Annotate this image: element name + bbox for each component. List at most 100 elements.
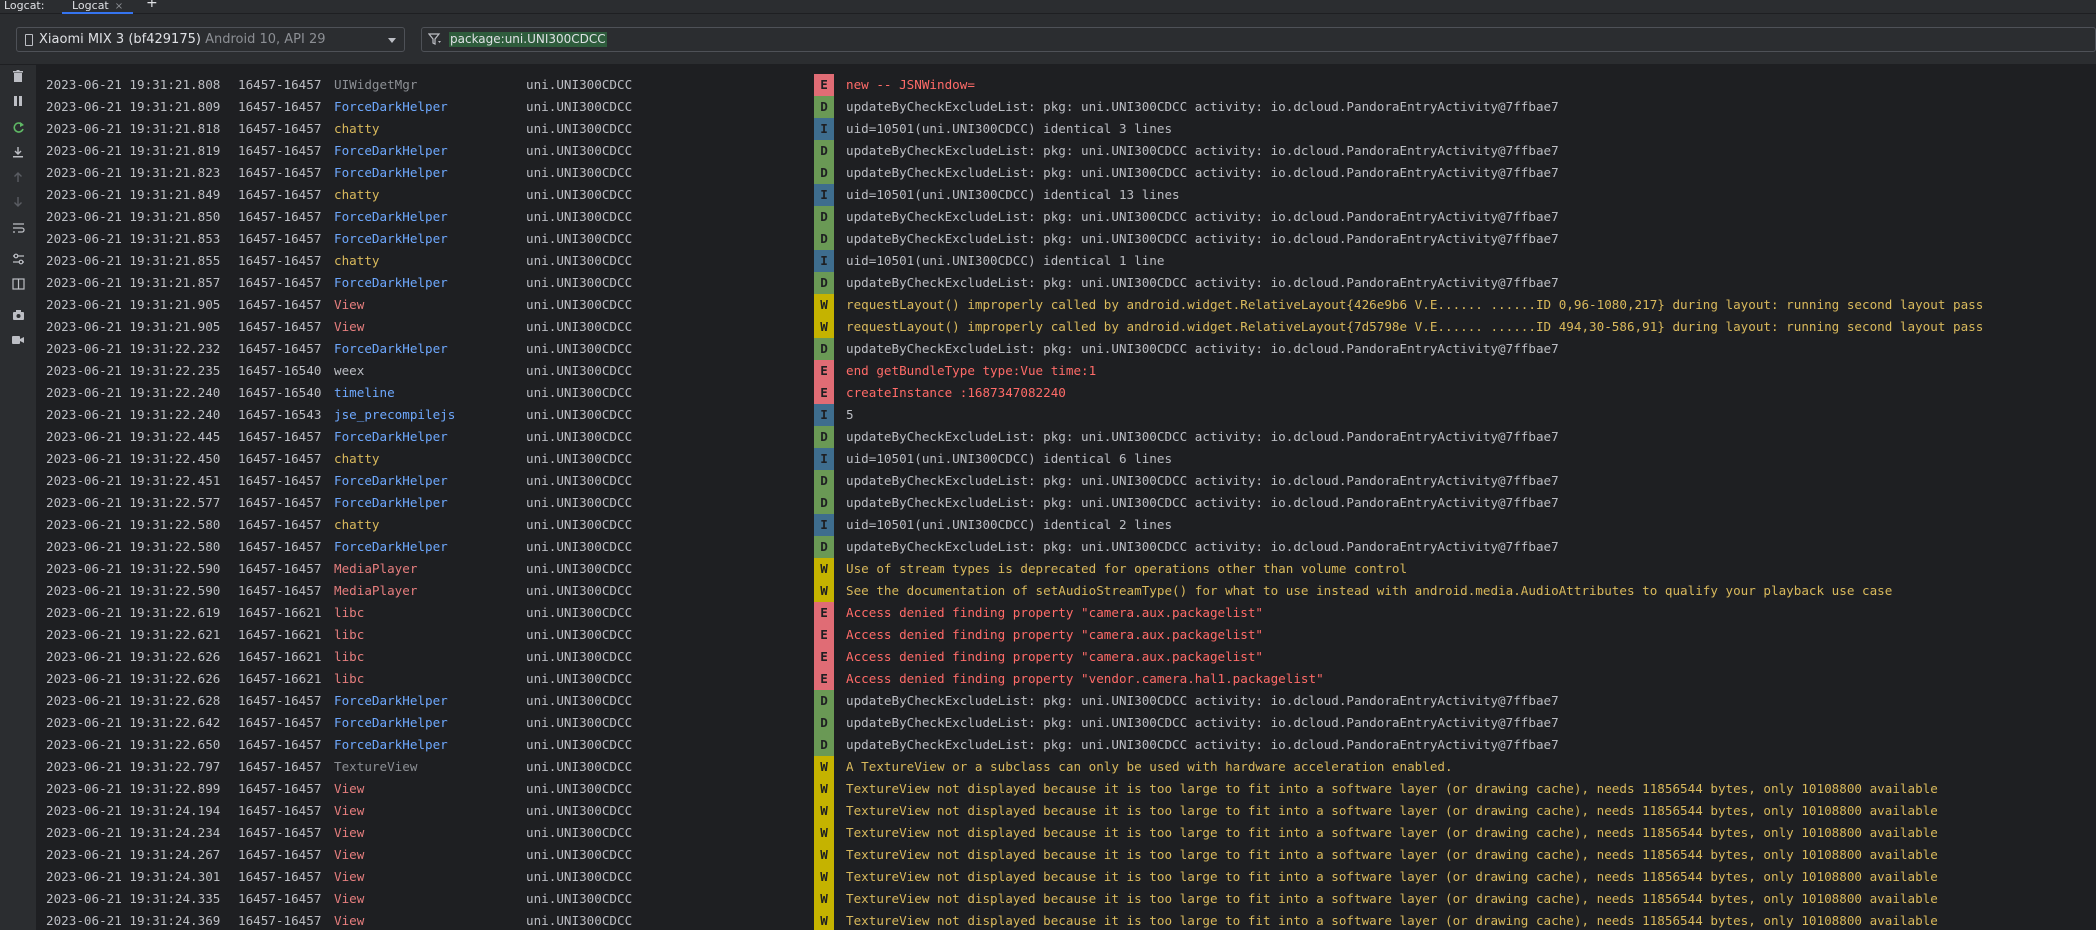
log-timestamp: 2023-06-21 19:31:21.809 [46,99,221,114]
log-package: uni.UNI300CDCC [526,275,633,290]
log-timestamp: 2023-06-21 19:31:22.240 [46,385,221,400]
log-level-badge: D [814,162,834,184]
log-row[interactable]: 2023-06-21 19:31:22.797 16457-16457 Textur… [37,756,2096,778]
log-tag: chatty [334,517,380,532]
log-message: TextureView not displayed because it is … [846,803,1938,818]
down-arrow-icon[interactable] [8,196,28,214]
settings-icon[interactable] [8,253,28,271]
screen-record-icon[interactable] [8,334,28,352]
log-level-badge: I [814,514,834,536]
log-row[interactable]: 2023-06-21 19:31:22.240 16457-16543 jse_pr… [37,404,2096,426]
log-timestamp: 2023-06-21 19:31:21.823 [46,165,221,180]
log-level-badge: E [814,646,834,668]
filter-input[interactable]: package:uni.UNI300CDCC [421,27,2096,52]
log-row[interactable]: 2023-06-21 19:31:22.590 16457-16457 MediaP… [37,580,2096,602]
log-timestamp: 2023-06-21 19:31:22.626 [46,649,221,664]
log-row[interactable]: 2023-06-21 19:31:22.450 16457-16457 chatty… [37,448,2096,470]
log-row[interactable]: 2023-06-21 19:31:22.899 16457-16457 View un… [37,778,2096,800]
log-timestamp: 2023-06-21 19:31:24.267 [46,847,221,862]
log-row[interactable]: 2023-06-21 19:31:22.619 16457-16621 libc un… [37,602,2096,624]
log-package: uni.UNI300CDCC [526,825,633,840]
log-row[interactable]: 2023-06-21 19:31:21.808 16457-16457 UIWidg… [37,74,2096,96]
log-row[interactable]: 2023-06-21 19:31:24.301 16457-16457 View un… [37,866,2096,888]
log-row[interactable]: 2023-06-21 19:31:21.809 16457-16457 ForceD… [37,96,2096,118]
log-package: uni.UNI300CDCC [526,253,633,268]
scroll-to-end-icon[interactable] [8,146,28,164]
log-message: TextureView not displayed because it is … [846,869,1938,884]
log-tag: ForceDarkHelper [334,99,448,114]
trash-icon[interactable] [8,70,28,88]
log-row[interactable]: 2023-06-21 19:31:22.235 16457-16540 weex un… [37,360,2096,382]
up-arrow-icon[interactable] [8,171,28,189]
log-tag: chatty [334,451,380,466]
log-level-badge: W [814,866,834,888]
log-pid-tid: 16457-16457 [238,341,322,356]
log-row[interactable]: 2023-06-21 19:31:21.905 16457-16457 View un… [37,294,2096,316]
log-row[interactable]: 2023-06-21 19:31:22.451 16457-16457 ForceD… [37,470,2096,492]
log-pid-tid: 16457-16457 [238,165,322,180]
log-message: updateByCheckExcludeList: pkg: uni.UNI30… [846,539,1559,554]
screenshot-icon[interactable] [8,309,28,327]
log-row[interactable]: 2023-06-21 19:31:24.234 16457-16457 View un… [37,822,2096,844]
log-row[interactable]: 2023-06-21 19:31:22.650 16457-16457 ForceD… [37,734,2096,756]
soft-wrap-icon[interactable] [8,222,28,240]
device-selector[interactable]: Xiaomi MIX 3 (bf429175) Android 10, API … [16,27,405,52]
logcat-output[interactable]: 2023-06-21 19:31:21.808 16457-16457 UIWidg… [37,65,2096,930]
filter-query[interactable]: package:uni.UNI300CDCC [449,32,607,47]
log-tag: View [334,869,365,884]
log-pid-tid: 16457-16457 [238,891,322,906]
log-row[interactable]: 2023-06-21 19:31:21.819 16457-16457 ForceD… [37,140,2096,162]
log-level-badge: I [814,250,834,272]
log-row[interactable]: 2023-06-21 19:31:21.818 16457-16457 chatty… [37,118,2096,140]
restart-icon[interactable] [8,121,28,139]
log-level-badge: D [814,712,834,734]
log-tag: chatty [334,253,380,268]
log-message: TextureView not displayed because it is … [846,891,1938,906]
add-tab-icon[interactable]: + [146,0,158,10]
filter-icon[interactable] [427,33,442,49]
log-package: uni.UNI300CDCC [526,891,633,906]
close-icon[interactable]: × [115,1,123,12]
log-tag: ForceDarkHelper [334,539,448,554]
log-row[interactable]: 2023-06-21 19:31:21.823 16457-16457 ForceD… [37,162,2096,184]
log-tag: libc [334,649,365,664]
split-panel-icon[interactable] [8,278,28,296]
log-row[interactable]: 2023-06-21 19:31:22.590 16457-16457 MediaP… [37,558,2096,580]
log-package: uni.UNI300CDCC [526,869,633,884]
log-pid-tid: 16457-16457 [238,913,322,928]
log-pid-tid: 16457-16457 [238,99,322,114]
log-row[interactable]: 2023-06-21 19:31:24.194 16457-16457 View un… [37,800,2096,822]
log-row[interactable]: 2023-06-21 19:31:21.855 16457-16457 chatty… [37,250,2096,272]
log-timestamp: 2023-06-21 19:31:22.232 [46,341,221,356]
log-message: uid=10501(uni.UNI300CDCC) identical 6 li… [846,451,1173,466]
log-pid-tid: 16457-16457 [238,847,322,862]
log-row[interactable]: 2023-06-21 19:31:22.621 16457-16621 libc un… [37,624,2096,646]
log-row[interactable]: 2023-06-21 19:31:22.232 16457-16457 ForceD… [37,338,2096,360]
log-row[interactable]: 2023-06-21 19:31:22.580 16457-16457 chatty… [37,514,2096,536]
log-row[interactable]: 2023-06-21 19:31:21.850 16457-16457 ForceD… [37,206,2096,228]
log-tag: TextureView [334,759,418,774]
log-row[interactable]: 2023-06-21 19:31:22.626 16457-16621 libc un… [37,668,2096,690]
tab-logcat[interactable]: Logcat × [62,0,134,14]
log-row[interactable]: 2023-06-21 19:31:21.857 16457-16457 ForceD… [37,272,2096,294]
log-row[interactable]: 2023-06-21 19:31:22.577 16457-16457 ForceD… [37,492,2096,514]
chevron-down-icon[interactable] [388,38,396,43]
log-row[interactable]: 2023-06-21 19:31:22.642 16457-16457 ForceD… [37,712,2096,734]
log-pid-tid: 16457-16457 [238,781,322,796]
log-row[interactable]: 2023-06-21 19:31:24.369 16457-16457 View un… [37,910,2096,930]
log-row[interactable]: 2023-06-21 19:31:22.580 16457-16457 ForceD… [37,536,2096,558]
log-pid-tid: 16457-16457 [238,495,322,510]
log-row[interactable]: 2023-06-21 19:31:22.626 16457-16621 libc un… [37,646,2096,668]
log-row[interactable]: 2023-06-21 19:31:24.267 16457-16457 View un… [37,844,2096,866]
log-row[interactable]: 2023-06-21 19:31:21.905 16457-16457 View un… [37,316,2096,338]
log-row[interactable]: 2023-06-21 19:31:22.628 16457-16457 ForceD… [37,690,2096,712]
pause-icon[interactable] [8,95,28,113]
log-row[interactable]: 2023-06-21 19:31:22.445 16457-16457 ForceD… [37,426,2096,448]
log-package: uni.UNI300CDCC [526,187,633,202]
log-row[interactable]: 2023-06-21 19:31:21.849 16457-16457 chatty… [37,184,2096,206]
log-pid-tid: 16457-16540 [238,385,322,400]
log-level-badge: D [814,228,834,250]
log-row[interactable]: 2023-06-21 19:31:21.853 16457-16457 ForceD… [37,228,2096,250]
log-row[interactable]: 2023-06-21 19:31:24.335 16457-16457 View un… [37,888,2096,910]
log-row[interactable]: 2023-06-21 19:31:22.240 16457-16540 timeli… [37,382,2096,404]
